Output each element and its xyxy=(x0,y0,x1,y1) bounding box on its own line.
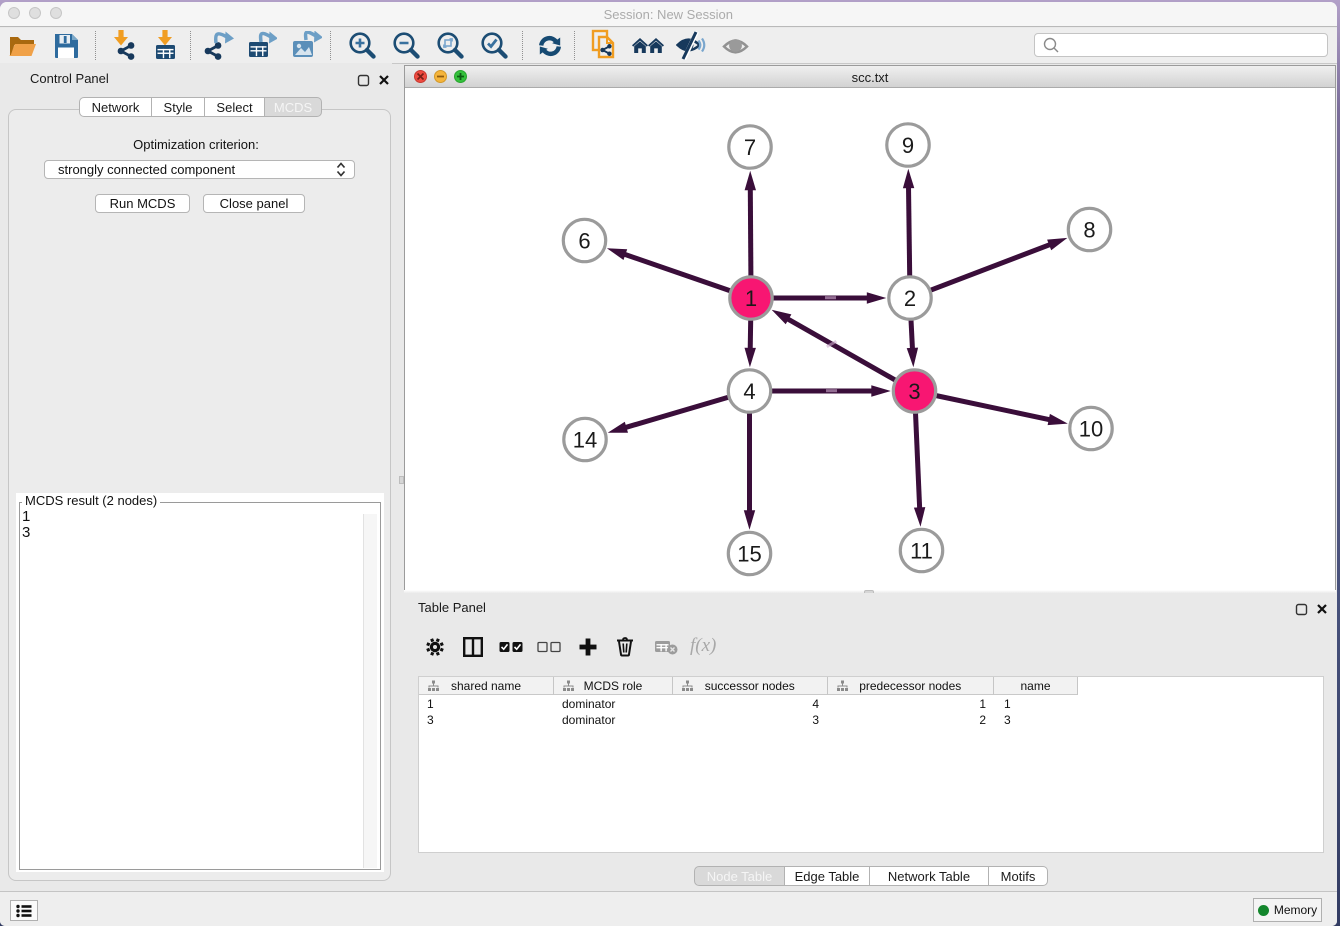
svg-text:3: 3 xyxy=(908,379,920,404)
svg-text:6: 6 xyxy=(578,228,590,253)
svg-text:10: 10 xyxy=(1079,416,1103,441)
svg-text:11: 11 xyxy=(910,538,933,563)
svg-text:7: 7 xyxy=(744,135,756,160)
svg-text:8: 8 xyxy=(1083,217,1095,242)
svg-text:4: 4 xyxy=(743,379,755,404)
svg-text:9: 9 xyxy=(902,133,914,158)
svg-text:1: 1 xyxy=(745,286,757,311)
svg-text:2: 2 xyxy=(904,286,916,311)
svg-text:14: 14 xyxy=(573,427,597,452)
svg-text:15: 15 xyxy=(737,541,761,566)
